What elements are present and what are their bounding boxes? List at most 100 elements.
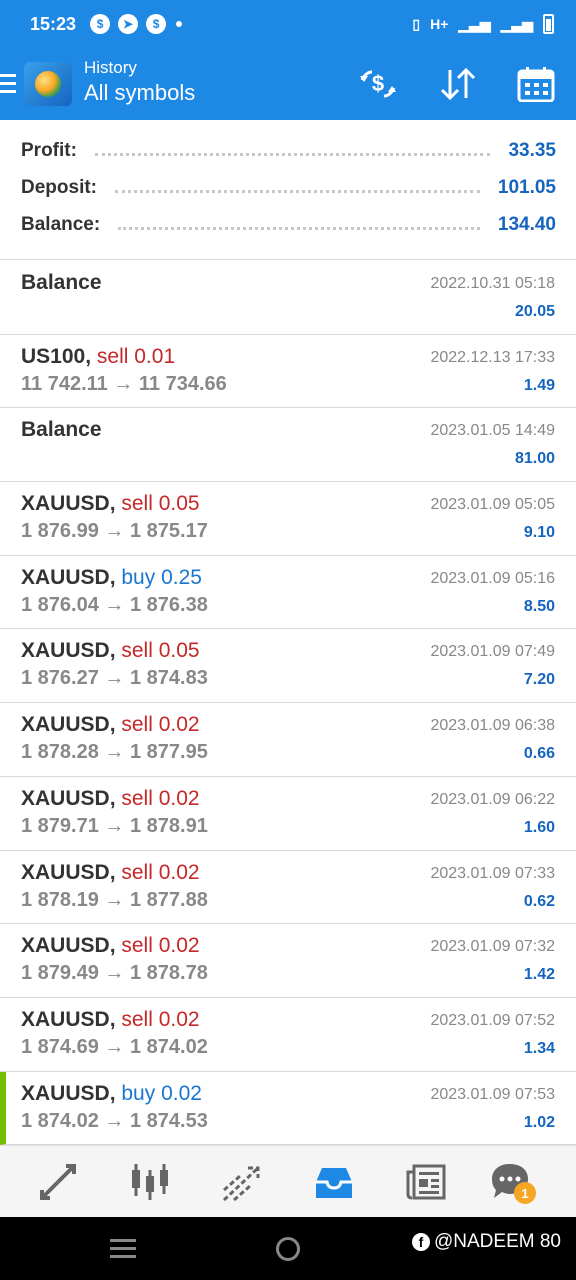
deal-separator: , xyxy=(85,344,92,368)
history-row[interactable]: XAUUSD, sell 0.02 1 879.71 → 1 878.91 2023… xyxy=(0,776,576,851)
signal-icon-2: ▁▃▅ xyxy=(500,15,533,32)
deal-symbol: XAUUSD xyxy=(21,934,110,958)
history-row[interactable]: Balance 2022.10.31 05:18 20.05 xyxy=(0,261,576,335)
deal-symbol: XAUUSD xyxy=(21,713,110,737)
deal-prices: 11 742.11 → 11 734.66 xyxy=(21,372,227,395)
calendar-icon xyxy=(517,67,555,103)
deal-side: buy 0.02 xyxy=(121,1081,202,1105)
deal-prices: 1 879.71 → 1 878.91 xyxy=(21,814,208,837)
tab-history[interactable] xyxy=(312,1160,356,1204)
trade-icon xyxy=(222,1166,260,1202)
deal-title: XAUUSD, sell 0.02 xyxy=(21,934,200,958)
bottom-tab-bar: 1 xyxy=(0,1145,576,1217)
page-subtitle: History xyxy=(84,58,137,77)
history-icon xyxy=(316,1168,352,1198)
deal-time: 2023.01.09 05:16 xyxy=(430,569,555,587)
dotted-leader xyxy=(118,226,480,230)
deal-title: XAUUSD, sell 0.05 xyxy=(21,639,200,663)
dollar-icon: $ xyxy=(90,14,111,34)
tab-quotes[interactable] xyxy=(36,1160,80,1204)
sort-icon xyxy=(440,67,476,101)
deal-separator: , xyxy=(109,1081,116,1105)
summary-label: Profit: xyxy=(21,140,77,161)
summary-profit: Profit: 33.35 xyxy=(21,136,556,166)
history-row[interactable]: XAUUSD, sell 0.02 1 878.28 → 1 877.95 2023… xyxy=(0,703,576,777)
dollar-icon-2: $ xyxy=(146,14,167,34)
deal-time: 2023.01.05 14:49 xyxy=(430,422,555,440)
deal-profit: 0.62 xyxy=(523,892,555,910)
deal-side: sell 0.05 xyxy=(121,639,200,663)
deal-profit: 1.02 xyxy=(523,1113,555,1131)
summary-balance: Balance: 134.40 xyxy=(21,210,556,240)
deal-profit: 1.49 xyxy=(523,376,555,394)
deal-symbol: XAUUSD xyxy=(21,1007,110,1031)
history-row[interactable]: Balance 2023.01.05 14:49 81.00 xyxy=(0,408,576,483)
watermark-text: @NADEEM 80 xyxy=(434,1231,561,1252)
deal-separator: , xyxy=(109,860,116,884)
deal-symbol: XAUUSD xyxy=(21,639,110,663)
summary-deposit: Deposit: 101.05 xyxy=(21,173,556,203)
tab-messages[interactable]: 1 xyxy=(488,1160,536,1204)
deal-time: 2023.01.09 07:33 xyxy=(430,864,555,882)
history-row[interactable]: XAUUSD, buy 0.02 1 874.02 → 1 874.53 2023.… xyxy=(0,1071,576,1146)
app-bar: History All symbols $ xyxy=(0,48,576,120)
deal-profit: 81.00 xyxy=(514,450,555,468)
currency-exchange-icon: $ xyxy=(360,70,396,98)
tab-trade[interactable] xyxy=(220,1160,264,1204)
deal-symbol: XAUUSD xyxy=(21,1081,110,1105)
deal-profit: 1.60 xyxy=(523,818,555,836)
deal-separator: , xyxy=(109,492,116,516)
chart-icon xyxy=(132,1164,168,1200)
deal-side: sell 0.02 xyxy=(121,1007,200,1031)
deal-time: 2023.01.09 06:38 xyxy=(430,717,555,735)
dotted-leader xyxy=(94,152,491,156)
deal-profit: 1.34 xyxy=(523,1039,555,1057)
history-row[interactable]: XAUUSD, sell 0.02 1 874.69 → 1 874.02 2023… xyxy=(0,997,576,1072)
summary-value: 33.35 xyxy=(508,140,556,161)
status-time: 15:23 xyxy=(30,13,77,34)
deal-prices: 1 876.04 → 1 876.38 xyxy=(21,593,208,616)
history-row[interactable]: XAUUSD, sell 0.05 1 876.27 → 1 874.83 2023… xyxy=(0,629,576,704)
symbol-filter-button[interactable]: $ xyxy=(358,66,398,102)
page-title[interactable]: All symbols xyxy=(84,78,195,108)
deal-prices: 1 874.02 → 1 874.53 xyxy=(21,1109,208,1132)
system-nav-bar: f @NADEEM 80 xyxy=(0,1217,576,1280)
deal-symbol: XAUUSD xyxy=(21,860,110,884)
deal-symbol: XAUUSD xyxy=(21,565,110,589)
history-row[interactable]: XAUUSD, buy 0.25 1 876.04 → 1 876.38 2023.… xyxy=(0,555,576,630)
tab-news[interactable] xyxy=(404,1160,448,1204)
deal-time: 2023.01.09 07:49 xyxy=(430,643,555,661)
calendar-button[interactable] xyxy=(516,66,556,103)
deal-title: Balance xyxy=(21,271,102,295)
home-button[interactable] xyxy=(276,1237,300,1261)
deal-separator: , xyxy=(109,786,116,810)
deal-prices: 1 879.49 → 1 878.78 xyxy=(21,962,208,985)
notification-dot-icon xyxy=(176,21,183,27)
dotted-leader xyxy=(115,189,480,193)
deal-time: 2022.12.13 17:33 xyxy=(430,348,555,366)
app-titles: History All symbols xyxy=(84,58,195,108)
deal-separator: , xyxy=(109,1007,116,1031)
sort-button[interactable] xyxy=(438,66,478,102)
deal-side: sell 0.02 xyxy=(121,713,200,737)
summary-value: 101.05 xyxy=(497,177,556,198)
deal-prices: 1 878.28 → 1 877.95 xyxy=(21,741,208,764)
history-row[interactable]: XAUUSD, sell 0.05 1 876.99 → 1 875.17 2023… xyxy=(0,482,576,556)
tab-chart[interactable] xyxy=(128,1160,172,1204)
recent-apps-button[interactable] xyxy=(110,1239,136,1263)
deal-title: XAUUSD, sell 0.02 xyxy=(21,713,200,737)
deal-time: 2023.01.09 07:52 xyxy=(430,1011,555,1029)
deal-symbol: XAUUSD xyxy=(21,492,110,516)
deal-separator: , xyxy=(109,713,116,737)
deal-time: 2023.01.09 07:53 xyxy=(430,1085,555,1103)
history-row[interactable]: XAUUSD, sell 0.02 1 879.49 → 1 878.78 2023… xyxy=(0,924,576,998)
deal-title: US100, sell 0.01 xyxy=(21,345,175,369)
deal-symbol: Balance xyxy=(21,418,102,442)
history-row[interactable]: XAUUSD, sell 0.02 1 878.19 → 1 877.88 2023… xyxy=(0,850,576,925)
deal-symbol: XAUUSD xyxy=(21,786,110,810)
deal-prices: 1 876.99 → 1 875.17 xyxy=(21,520,208,543)
menu-icon[interactable] xyxy=(0,74,16,98)
deal-time: 2023.01.09 07:32 xyxy=(430,938,555,956)
unread-badge: 1 xyxy=(514,1182,536,1204)
history-row[interactable]: US100, sell 0.01 11 742.11 → 11 734.66 202… xyxy=(0,334,576,409)
